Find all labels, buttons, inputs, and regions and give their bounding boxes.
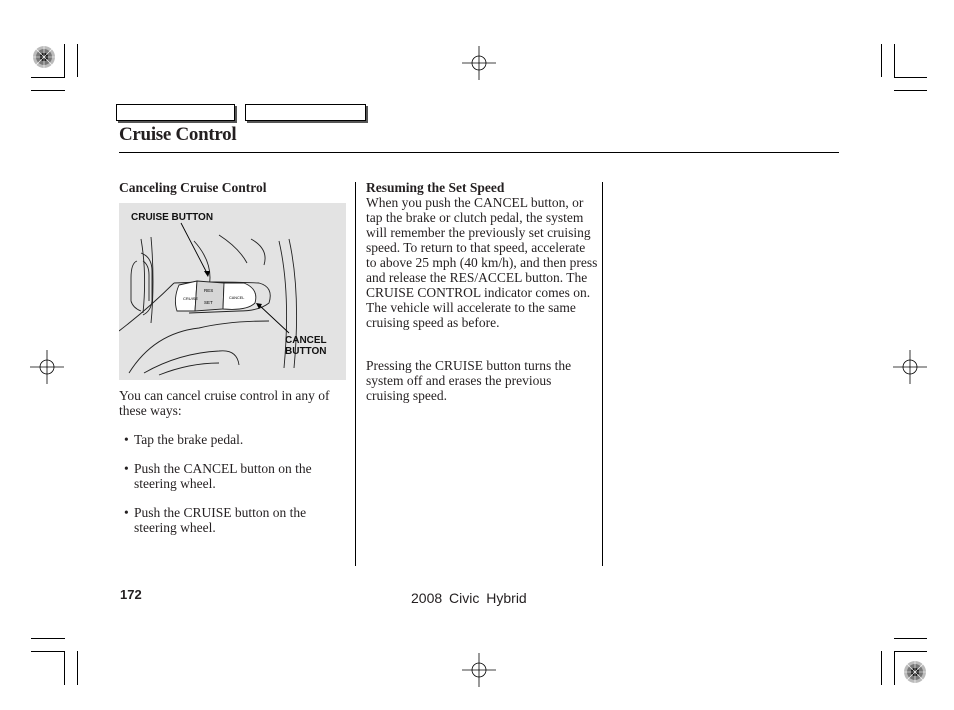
page-title: Cruise Control <box>119 124 237 145</box>
list-item: Push the CANCEL button on the steering w… <box>124 461 346 491</box>
switch-cruise-text: CRUISE <box>183 296 198 301</box>
title-rule <box>119 152 839 153</box>
crop-mark <box>64 44 65 77</box>
cancel-button-label-line1: CANCEL <box>285 335 327 346</box>
crosshair-icon <box>462 46 496 80</box>
section-tab-box <box>245 104 366 121</box>
arrowhead-icon <box>204 271 210 277</box>
crop-mark <box>894 638 927 639</box>
registration-target-icon <box>904 661 926 683</box>
crop-mark <box>894 90 927 91</box>
crosshair-icon <box>462 653 496 687</box>
crop-mark <box>881 651 882 685</box>
crop-mark <box>894 77 927 78</box>
crop-mark <box>881 44 882 77</box>
page-number: 172 <box>120 587 142 602</box>
column-divider <box>602 182 603 566</box>
cancel-methods-list: Tap the brake pedal. Push the CANCEL but… <box>124 432 346 549</box>
crop-mark <box>77 651 78 685</box>
cancel-button-label-line2: BUTTON <box>285 346 327 357</box>
crosshair-icon <box>893 350 927 384</box>
cancel-leader-line <box>258 304 290 334</box>
crop-mark <box>77 44 78 77</box>
list-item: Push the CRUISE button on the steering w… <box>124 505 346 535</box>
cruise-off-paragraph: Pressing the CRUISE button turns the sys… <box>366 358 572 403</box>
list-item: Tap the brake pedal. <box>124 432 346 447</box>
crop-mark <box>894 651 895 685</box>
resume-paragraph: When you push the CANCEL button, or tap … <box>366 195 598 330</box>
steering-wheel-illustration: CRUISE RES SET CANCEL CRUISE BUTTON CANC… <box>119 203 346 380</box>
crop-mark <box>64 651 65 685</box>
cancel-intro-text: You can cancel cruise control in any of … <box>119 388 330 418</box>
column-divider <box>355 182 356 566</box>
registration-target-icon <box>33 46 55 68</box>
crop-mark <box>894 44 895 77</box>
book-title: 2008 Civic Hybrid <box>411 590 527 606</box>
arrowhead-icon <box>256 303 262 309</box>
cruise-button-label: CRUISE BUTTON <box>131 212 214 223</box>
section-tab-box <box>116 104 235 121</box>
cruise-leader-line <box>180 222 209 276</box>
switch-res-text: RES <box>204 288 213 293</box>
section-heading-canceling: Canceling Cruise Control <box>119 180 267 195</box>
switch-cancel-text: CANCEL <box>229 296 244 300</box>
crop-mark <box>31 651 65 652</box>
crop-mark <box>31 90 65 91</box>
switch-set-text: SET <box>204 300 213 305</box>
section-heading-resuming: Resuming the Set Speed <box>366 180 505 195</box>
crop-mark <box>31 77 65 78</box>
crosshair-icon <box>30 350 64 384</box>
crop-mark <box>894 651 927 652</box>
crop-mark <box>31 638 65 639</box>
